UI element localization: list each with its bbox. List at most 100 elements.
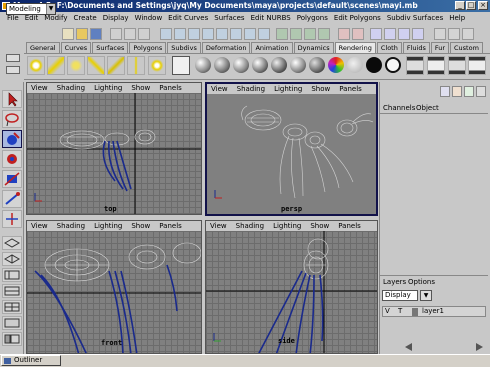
attribute-editor-icon[interactable] xyxy=(434,28,446,40)
tab-subdivs[interactable]: Subdivs xyxy=(167,42,201,53)
snap-grid-icon[interactable] xyxy=(276,28,288,40)
menu-modify[interactable]: Modify xyxy=(41,14,70,22)
tab-fluids[interactable]: Fluids xyxy=(402,42,430,53)
minimize-button[interactable]: _ xyxy=(455,1,465,10)
attribute-mode-icon[interactable] xyxy=(476,86,486,97)
viewport-menu-show[interactable]: Show xyxy=(131,84,150,92)
menu-display[interactable]: Display xyxy=(100,14,132,22)
render-globals-icon[interactable] xyxy=(412,28,424,40)
render-icon[interactable] xyxy=(384,28,396,40)
render-settings-icon[interactable] xyxy=(468,56,486,75)
menu-edit-curves[interactable]: Edit Curves xyxy=(165,14,211,22)
select-hierarchy-icon[interactable] xyxy=(110,28,122,40)
env-sphere-icon[interactable] xyxy=(385,57,401,73)
channel-box-icon[interactable] xyxy=(462,28,474,40)
open-scene-icon[interactable] xyxy=(76,28,88,40)
object-menu[interactable]: Object xyxy=(416,104,439,112)
viewport-menu-show[interactable]: Show xyxy=(310,222,329,230)
four-view-layout-icon[interactable] xyxy=(2,252,22,266)
viewport-menu-show[interactable]: Show xyxy=(131,222,150,230)
menu-create[interactable]: Create xyxy=(70,14,99,22)
layers-menu[interactable]: Layers xyxy=(383,278,406,286)
select-deformer-icon[interactable] xyxy=(216,28,228,40)
viewport-menu-panels[interactable]: Panels xyxy=(159,222,182,230)
menu-subdiv-surfaces[interactable]: Subdiv Surfaces xyxy=(384,14,446,22)
viewport-side[interactable]: View Shading Lighting Show Panels side xyxy=(205,220,378,354)
channels-menu[interactable]: Channels xyxy=(383,104,415,112)
menu-file[interactable]: File xyxy=(4,14,22,22)
output-ops-icon[interactable] xyxy=(352,28,364,40)
tab-polygons[interactable]: Polygons xyxy=(129,42,167,53)
shelf-menu-icon[interactable] xyxy=(6,54,20,62)
viewport-menu-shading[interactable]: Shading xyxy=(57,222,85,230)
layer-display-select[interactable]: Display xyxy=(382,290,418,301)
viewport-menu-lighting[interactable]: Lighting xyxy=(274,85,302,93)
menu-edit-polygons[interactable]: Edit Polygons xyxy=(331,14,384,22)
snap-curve-icon[interactable] xyxy=(290,28,302,40)
viewport-menu-view[interactable]: View xyxy=(210,222,227,230)
ipr-clapper-icon[interactable] xyxy=(427,56,445,75)
maximize-button[interactable]: □ xyxy=(466,1,476,10)
menu-polygons[interactable]: Polygons xyxy=(294,14,331,22)
tool-settings-icon[interactable] xyxy=(448,28,460,40)
single-view-layout-icon[interactable] xyxy=(2,236,22,250)
viewport-menu-lighting[interactable]: Lighting xyxy=(94,84,122,92)
phong-e-material-icon[interactable] xyxy=(252,57,268,73)
scroll-right-icon[interactable] xyxy=(474,342,486,352)
blinn-material-icon[interactable] xyxy=(195,57,211,73)
spot-light-icon[interactable] xyxy=(87,56,105,75)
surface-shader-icon[interactable] xyxy=(309,57,325,73)
viewport-menu-panels[interactable]: Panels xyxy=(159,84,182,92)
point-light-icon[interactable] xyxy=(67,56,85,75)
anisotropic-material-icon[interactable] xyxy=(271,57,287,73)
viewport-front[interactable]: View Shading Lighting Show Panels front xyxy=(26,220,202,354)
tab-custom[interactable]: Custom xyxy=(450,42,483,53)
move-tool-icon[interactable] xyxy=(2,150,22,168)
channel-layer-mode-icon[interactable] xyxy=(464,86,474,97)
tab-deformation[interactable]: Deformation xyxy=(201,42,251,53)
select-misc-icon[interactable] xyxy=(258,28,270,40)
viewport-menu-view[interactable]: View xyxy=(31,84,48,92)
menu-edit[interactable]: Edit xyxy=(22,14,42,22)
tab-fur[interactable]: Fur xyxy=(430,42,450,53)
tab-dynamics[interactable]: Dynamics xyxy=(293,42,334,53)
viewport-menu-shading[interactable]: Shading xyxy=(57,84,85,92)
tab-curves[interactable]: Curves xyxy=(60,42,92,53)
viewport-menu-lighting[interactable]: Lighting xyxy=(273,222,301,230)
viewport-menu-panels[interactable]: Panels xyxy=(339,85,362,93)
ambient-light-icon[interactable] xyxy=(27,56,45,75)
persp-outliner-layout-icon[interactable] xyxy=(2,268,22,282)
layer-name[interactable]: layer1 xyxy=(422,307,444,315)
snap-point-icon[interactable] xyxy=(304,28,316,40)
select-dynamic-icon[interactable] xyxy=(230,28,242,40)
viewport-menu-shading[interactable]: Shading xyxy=(237,85,265,93)
shadow-matte-icon[interactable] xyxy=(366,57,382,73)
channel-box-mode-icon[interactable] xyxy=(440,86,450,97)
menu-window[interactable]: Window xyxy=(132,14,166,22)
menu-help[interactable]: Help xyxy=(446,14,468,22)
layer-visibility-toggle[interactable]: V xyxy=(385,307,390,315)
ipr-render-icon[interactable] xyxy=(398,28,410,40)
menu-edit-nurbs[interactable]: Edit NURBS xyxy=(248,14,294,22)
manipulator-tool-icon[interactable] xyxy=(2,210,22,228)
select-component-icon[interactable] xyxy=(138,28,150,40)
volume-light-icon[interactable] xyxy=(127,56,145,75)
viewport-menu-lighting[interactable]: Lighting xyxy=(94,222,122,230)
shelf-editor-icon[interactable] xyxy=(6,66,20,74)
snap-view-plane-icon[interactable] xyxy=(318,28,330,40)
select-curve-icon[interactable] xyxy=(188,28,200,40)
save-scene-icon[interactable] xyxy=(90,28,102,40)
viewport-menu-view[interactable]: View xyxy=(31,222,48,230)
select-object-icon[interactable] xyxy=(124,28,136,40)
viewport-persp[interactable]: View Shading Lighting Show Panels persp xyxy=(205,82,378,216)
rotate-tool-icon[interactable] xyxy=(2,170,22,188)
scroll-left-icon[interactable] xyxy=(402,342,414,352)
layer-template-toggle[interactable]: T xyxy=(398,307,402,315)
menu-surfaces[interactable]: Surfaces xyxy=(211,14,247,22)
options-menu[interactable]: Options xyxy=(408,278,435,286)
tab-rendering[interactable]: Rendering xyxy=(334,42,376,53)
new-scene-icon[interactable] xyxy=(62,28,74,40)
close-button[interactable]: × xyxy=(478,1,488,10)
outliner-button[interactable]: Outliner xyxy=(1,355,61,366)
tab-general[interactable]: General xyxy=(26,42,60,53)
